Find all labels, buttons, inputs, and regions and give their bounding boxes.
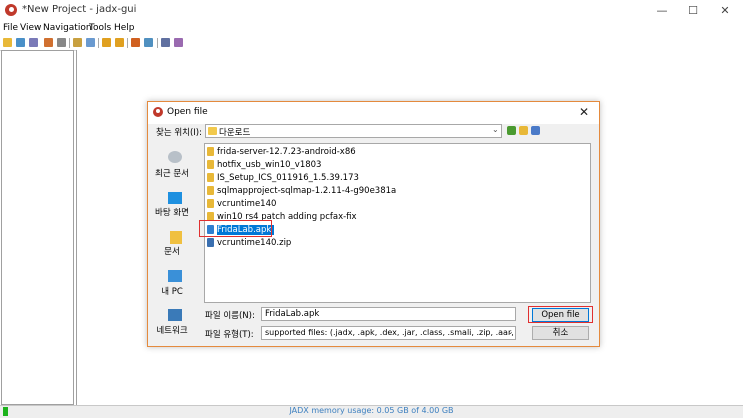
- folder-icon: [207, 147, 214, 156]
- file-name-label: 파일 이름(N):: [205, 311, 255, 321]
- folder-icon: [208, 127, 217, 135]
- chevron-down-icon[interactable]: ⌄: [492, 125, 499, 134]
- network-icon[interactable]: [168, 309, 182, 321]
- this-pc-icon[interactable]: [168, 270, 182, 282]
- list-item[interactable]: frida-server-12.7.23-android-x86: [207, 146, 356, 158]
- file-type-select[interactable]: supported files: (.jadx, .apk, .dex, .ja…: [261, 326, 516, 340]
- add-files-icon[interactable]: [16, 38, 25, 47]
- toolbar-separator: [69, 38, 70, 48]
- list-item[interactable]: vcruntime140: [207, 198, 276, 210]
- toolbar-separator: [98, 38, 99, 48]
- menu-view[interactable]: View: [20, 23, 41, 33]
- dialog-close-button[interactable]: ✕: [575, 104, 593, 120]
- list-item[interactable]: IS_Setup_ICS_011916_1.5.39.173: [207, 172, 359, 184]
- desktop-icon[interactable]: [168, 192, 182, 204]
- search-class-icon[interactable]: [86, 38, 95, 47]
- list-item[interactable]: hotfix_usb_win10_v1803: [207, 159, 321, 171]
- dialog-title: Open file: [167, 107, 208, 117]
- jadx-app-icon: [5, 4, 17, 16]
- new-folder-icon[interactable]: [519, 126, 528, 135]
- folder-icon: [207, 160, 214, 169]
- project-tree-panel[interactable]: [1, 50, 74, 405]
- up-folder-icon[interactable]: [507, 126, 516, 135]
- dialog-title-bar: [148, 102, 599, 124]
- view-menu-icon[interactable]: [531, 126, 540, 135]
- flatten-icon[interactable]: [57, 38, 66, 47]
- forward-icon[interactable]: [115, 38, 124, 47]
- folder-icon: [207, 199, 214, 208]
- menu-navigation[interactable]: Navigation: [43, 23, 92, 33]
- decompile-icon[interactable]: [174, 38, 183, 47]
- open-button-highlight-box: [528, 306, 593, 323]
- place-network[interactable]: 네트워크: [142, 324, 202, 336]
- search-text-icon[interactable]: [73, 38, 82, 47]
- save-project-icon[interactable]: [29, 38, 38, 47]
- toolbar-separator: [127, 38, 128, 48]
- selection-highlight-box: [199, 220, 272, 237]
- zip-file-icon: [207, 238, 214, 247]
- deobfuscation-icon[interactable]: [131, 38, 140, 47]
- memory-usage-text: JADX memory usage: 0.05 GB of 4.00 GB: [289, 406, 454, 415]
- preferences-icon[interactable]: [161, 38, 170, 47]
- list-item[interactable]: vcruntime140.zip: [207, 237, 291, 249]
- dialog-app-icon: [153, 107, 163, 117]
- menu-file[interactable]: File: [3, 23, 18, 33]
- menu-tools[interactable]: Tools: [89, 23, 111, 33]
- open-file-icon[interactable]: [3, 38, 12, 47]
- file-name-input[interactable]: FridaLab.apk: [261, 307, 516, 321]
- place-recent-documents[interactable]: 최근 문서: [142, 167, 202, 179]
- place-this-pc[interactable]: 내 PC: [142, 285, 202, 297]
- folder-icon: [207, 173, 214, 182]
- toolbar: [0, 36, 743, 51]
- close-button[interactable]: ✕: [710, 2, 740, 19]
- minimize-button[interactable]: —: [647, 2, 677, 19]
- list-item[interactable]: sqlmapproject-sqlmap-1.2.11-4-g90e381a: [207, 185, 396, 197]
- chevron-down-icon[interactable]: ⌄: [507, 327, 514, 336]
- look-in-value: 다운로드: [219, 128, 251, 138]
- menu-bar: [0, 22, 743, 36]
- cancel-button[interactable]: 취소: [532, 326, 589, 340]
- maximize-button[interactable]: ☐: [678, 2, 708, 19]
- place-documents[interactable]: 문서: [142, 245, 202, 257]
- back-icon[interactable]: [102, 38, 111, 47]
- file-type-label: 파일 유형(T):: [205, 330, 254, 340]
- menu-help[interactable]: Help: [114, 23, 135, 33]
- sync-icon[interactable]: [44, 38, 53, 47]
- look-in-label: 찾는 위치(I):: [156, 128, 202, 138]
- window-title: *New Project - jadx-gui: [22, 4, 137, 15]
- log-icon[interactable]: [144, 38, 153, 47]
- place-desktop[interactable]: 바탕 화면: [142, 206, 202, 218]
- recent-documents-icon[interactable]: [168, 151, 182, 163]
- folder-icon: [207, 186, 214, 195]
- toolbar-separator: [157, 38, 158, 48]
- documents-icon[interactable]: [170, 231, 182, 244]
